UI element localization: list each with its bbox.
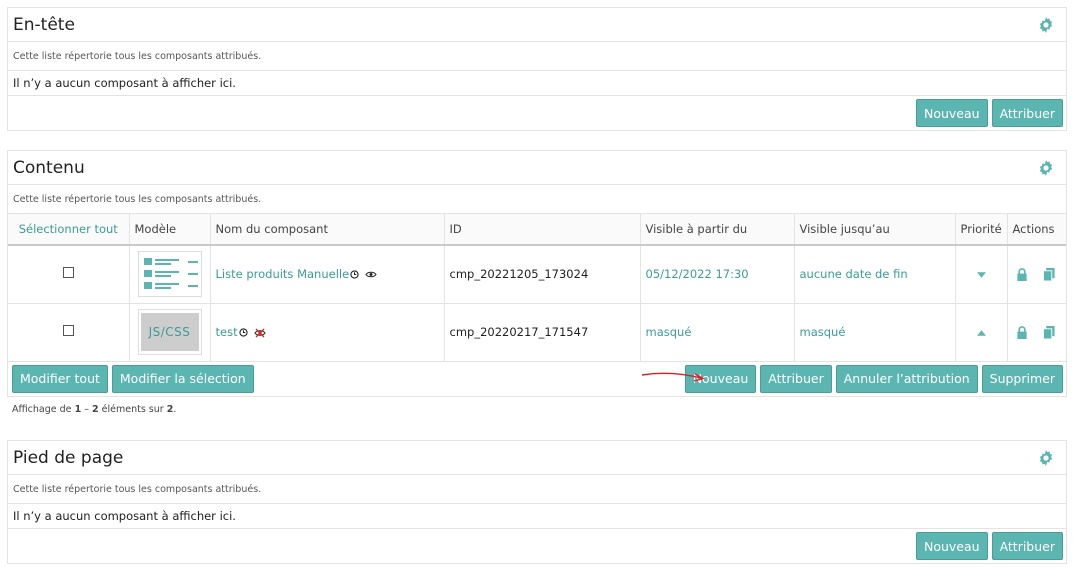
eye-crossed-icon: [253, 328, 266, 337]
row-visible-from-cell: masqué: [640, 303, 795, 362]
footer-section-head: Pied de page: [8, 441, 1066, 475]
content-section-title: Contenu: [13, 157, 85, 178]
content-section-actions: Modifier tout Modifier la sélection Nouv…: [8, 362, 1066, 396]
column-visible-from: Visible à partir du: [640, 214, 795, 246]
header-new-button[interactable]: Nouveau: [915, 99, 988, 127]
gear-icon[interactable]: [1038, 159, 1054, 176]
gear-icon[interactable]: [1038, 16, 1054, 33]
unassign-button[interactable]: Annuler l’attribution: [835, 364, 978, 393]
header-assign-button[interactable]: Attribuer: [991, 99, 1063, 127]
footer-section-title: Pied de page: [13, 447, 124, 468]
manage-button-group: Nouveau Attribuer Annuler l’attribution …: [684, 364, 1063, 393]
header-section-head: En-tête: [8, 8, 1066, 42]
content-section-description: Cette liste répertorie tous les composan…: [8, 185, 1066, 214]
footer-new-button[interactable]: Nouveau: [915, 532, 988, 560]
header-section: En-tête Cette liste répertorie tous les …: [7, 7, 1067, 131]
table-row: JS/CSS test cmp_20220217_171547 masqué m…: [8, 303, 1066, 362]
clock-icon: [350, 270, 359, 279]
pager-to: 2: [92, 404, 99, 415]
header-section-title: En-tête: [13, 14, 75, 35]
visible-from-link[interactable]: masqué: [646, 325, 692, 339]
arrow-up-icon[interactable]: [976, 330, 986, 336]
row-priority-cell: [955, 303, 1008, 362]
edit-all-button[interactable]: Modifier tout: [12, 364, 108, 393]
pager-middle: éléments sur: [101, 404, 164, 415]
footer-section: Pied de page Cette liste répertorie tous…: [7, 440, 1067, 564]
select-all-link[interactable]: Sélectionner tout: [8, 214, 130, 246]
row-actions-cell: [1007, 245, 1066, 304]
js-css-label: JS/CSS: [140, 313, 199, 351]
column-name: Nom du composant: [210, 214, 445, 246]
pagination-info: Affichage de 1 – 2 éléments sur 2.: [12, 404, 176, 415]
row-visible-until-cell: masqué: [794, 303, 956, 362]
row-model-cell: JS/CSS: [129, 303, 211, 362]
pager-prefix: Affichage de: [12, 404, 72, 415]
list-template-icon: [137, 251, 202, 298]
footer-section-description: Cette liste répertorie tous les composan…: [8, 475, 1066, 504]
row-checkbox[interactable]: [62, 325, 74, 336]
lock-icon[interactable]: [1016, 326, 1028, 339]
row-priority-cell: [955, 245, 1008, 304]
pager-dash: –: [84, 404, 89, 415]
clock-icon: [238, 328, 248, 337]
row-id-cell: cmp_20220217_171547: [444, 303, 641, 362]
column-priority: Priorité: [955, 214, 1008, 246]
row-visible-until-cell: aucune date de fin: [794, 245, 956, 304]
eye-icon: [365, 272, 377, 278]
delete-button[interactable]: Supprimer: [981, 364, 1063, 393]
pager-from: 1: [74, 404, 82, 415]
js-css-template: JS/CSS: [137, 309, 202, 355]
row-select-cell: [8, 245, 130, 304]
row-select-cell: [8, 303, 130, 362]
visible-until-link[interactable]: aucune date de fin: [800, 267, 908, 281]
table-header-row: Sélectionner tout Modèle Nom du composan…: [8, 214, 1066, 246]
column-actions: Actions: [1007, 214, 1066, 246]
column-visible-until: Visible jusqu’au: [794, 214, 956, 246]
content-assign-button[interactable]: Attribuer: [760, 364, 832, 393]
row-name-cell: Liste produits Manuelle: [210, 245, 445, 304]
row-actions-cell: [1007, 303, 1066, 362]
row-name-cell: test: [210, 303, 445, 362]
column-model: Modèle: [129, 214, 211, 246]
row-id-cell: cmp_20221205_173024: [444, 245, 641, 304]
table-row: Liste produits Manuelle cmp_20221205_173…: [8, 245, 1066, 304]
header-section-empty-text: Il n’y a aucun composant à afficher ici.: [8, 71, 1066, 96]
copy-icon[interactable]: [1043, 268, 1055, 282]
copy-icon[interactable]: [1043, 326, 1055, 340]
arrow-down-icon[interactable]: [976, 272, 986, 278]
row-visible-from-cell: 05/12/2022 17:30: [640, 245, 795, 304]
content-section: Contenu Cette liste répertorie tous les …: [7, 150, 1067, 397]
footer-section-empty-text: Il n’y a aucun composant à afficher ici.: [8, 504, 1066, 529]
edit-selection-button[interactable]: Modifier la sélection: [111, 364, 254, 393]
footer-assign-button[interactable]: Attribuer: [991, 532, 1063, 560]
header-section-actions: Nouveau Attribuer: [8, 96, 1066, 130]
pager-suffix: .: [173, 404, 177, 415]
header-section-description: Cette liste répertorie tous les composan…: [8, 42, 1066, 71]
visible-from-link[interactable]: 05/12/2022 17:30: [646, 267, 749, 281]
row-model-cell: [129, 245, 211, 304]
lock-icon[interactable]: [1016, 268, 1028, 282]
column-id: ID: [444, 214, 641, 246]
content-section-head: Contenu: [8, 151, 1066, 185]
edit-button-group: Modifier tout Modifier la sélection: [12, 364, 254, 393]
visible-until-link[interactable]: masqué: [800, 325, 846, 339]
component-name-link[interactable]: test: [216, 325, 238, 339]
gear-icon[interactable]: [1038, 449, 1054, 466]
annotation-arrow-icon: [641, 372, 705, 382]
footer-section-actions: Nouveau Attribuer: [8, 529, 1066, 563]
component-name-link[interactable]: Liste produits Manuelle: [216, 267, 350, 281]
components-table: Sélectionner tout Modèle Nom du composan…: [8, 214, 1066, 362]
row-checkbox[interactable]: [62, 267, 74, 279]
